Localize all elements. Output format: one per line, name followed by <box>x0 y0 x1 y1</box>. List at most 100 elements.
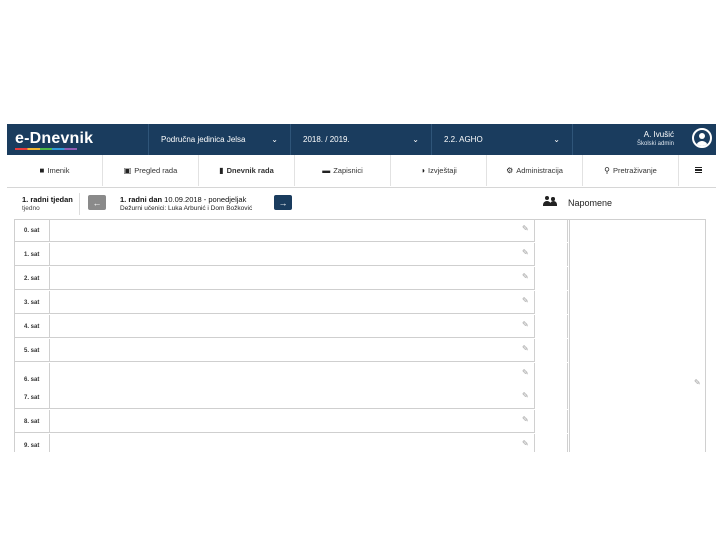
period-content-cell[interactable] <box>49 339 534 362</box>
period-content-cell[interactable] <box>49 410 534 433</box>
table-row: 6. sat ✎ <box>14 363 568 386</box>
clipboard-icon: ▣ <box>123 166 132 175</box>
pencil-icon[interactable]: ✎ <box>522 296 529 305</box>
week-title: 1. radni tjedan <box>22 195 73 204</box>
duty-students: Dežurni učenici: Luka Arbunić i Dom Božk… <box>120 205 253 212</box>
year-select[interactable]: 2018. / 2019. ⌄ <box>290 124 431 155</box>
arrow-right-icon: → <box>278 197 288 208</box>
period-extra-cell[interactable] <box>534 339 568 362</box>
period-label: 1. sat <box>24 251 40 258</box>
pencil-icon[interactable]: ✎ <box>522 248 529 257</box>
period-label: 2. sat <box>24 275 40 282</box>
people-icon[interactable] <box>543 196 557 206</box>
app-window: e-Dnevnik Područna jedinica Jelsa ⌄ 2018… <box>7 124 716 452</box>
period-extra-cell[interactable] <box>534 386 568 409</box>
period-content-cell[interactable] <box>49 243 534 266</box>
pencil-icon[interactable]: ✎ <box>522 368 529 377</box>
nav-item-zapisnici[interactable]: ▬ Zapisnici <box>295 155 391 186</box>
nav-item-label: Pretraživanje <box>613 166 657 175</box>
class-select-value: 2.2. AGHO <box>444 135 483 144</box>
period-content-cell[interactable] <box>49 219 534 242</box>
nav-item-label: Imenik <box>47 166 70 175</box>
pencil-icon[interactable]: ✎ <box>522 439 529 448</box>
next-day-button[interactable]: → <box>274 195 292 210</box>
nav-item-administracija[interactable]: ⚙ Administracija <box>487 155 583 186</box>
nav-item-label: Izvještaji <box>428 166 457 175</box>
table-row: 3. sat ✎ <box>14 291 568 314</box>
period-extra-cell[interactable] <box>534 243 568 266</box>
year-select-value: 2018. / 2019. <box>303 135 350 144</box>
pencil-icon[interactable]: ✎ <box>522 415 529 424</box>
pencil-icon[interactable]: ✎ <box>522 272 529 281</box>
period-content-cell[interactable] <box>49 315 534 338</box>
week-subtitle: tjedno <box>22 205 40 212</box>
period-extra-cell[interactable] <box>534 267 568 290</box>
nav-item-label: Zapisnici <box>333 166 363 175</box>
briefcase-icon: ▬ <box>322 166 331 175</box>
table-row: 1. sat ✎ <box>14 243 568 266</box>
people-icon-body <box>550 201 557 206</box>
period-label: 3. sat <box>24 299 40 306</box>
pencil-icon[interactable]: ✎ <box>522 344 529 353</box>
table-row: 7. sat ✎ <box>14 386 568 409</box>
period-extra-cell[interactable] <box>534 315 568 338</box>
day-header: 1. radni tjedan tjedno ← 1. radni dan 10… <box>7 187 716 219</box>
nav-item-label: Pregled rada <box>134 166 178 175</box>
nav-item-pretrazivanje[interactable]: ⚲ Pretraživanje <box>583 155 679 186</box>
main-nav: ■ Imenik ▣ Pregled rada ▮ Dnevnik rada ▬… <box>7 155 716 188</box>
user-name[interactable]: A. Ivušić <box>644 130 674 139</box>
nav-item-izvjestaji[interactable]: ◑ Izvještaji <box>391 155 487 186</box>
period-extra-cell[interactable] <box>534 434 568 452</box>
table-row: 5. sat ✎ <box>14 339 568 362</box>
period-content-cell[interactable] <box>49 363 534 386</box>
top-bar: e-Dnevnik Područna jedinica Jelsa ⌄ 2018… <box>7 124 716 155</box>
period-label: 0. sat <box>24 227 40 234</box>
previous-day-button[interactable]: ← <box>88 195 106 210</box>
nav-item-label: Dnevnik rada <box>226 166 274 175</box>
avatar[interactable] <box>692 128 712 148</box>
menu-icon[interactable] <box>695 167 702 173</box>
day-title-number: 1. radni dan <box>120 195 163 204</box>
table-row: 0. sat ✎ <box>14 219 568 242</box>
user-role: Školski admin <box>636 141 674 147</box>
period-content-cell[interactable] <box>49 386 534 409</box>
chevron-down-icon: ⌄ <box>412 135 419 144</box>
search-icon: ⚲ <box>604 166 611 175</box>
app-logo[interactable]: e-Dnevnik <box>15 130 93 148</box>
period-label: 8. sat <box>24 418 40 425</box>
nav-item-dnevnik-rada[interactable]: ▮ Dnevnik rada <box>199 155 295 186</box>
pencil-icon[interactable]: ✎ <box>522 224 529 233</box>
notes-panel[interactable] <box>569 219 706 452</box>
nav-item-imenik[interactable]: ■ Imenik <box>7 155 103 186</box>
pencil-icon[interactable]: ✎ <box>522 320 529 329</box>
period-content-cell[interactable] <box>49 291 534 314</box>
day-title: 1. radni dan 10.09.2018 - ponedjeljak <box>120 195 246 204</box>
logo-underline <box>15 148 77 150</box>
book-icon: ■ <box>39 166 45 175</box>
header-divider <box>79 193 80 215</box>
period-extra-cell[interactable] <box>534 291 568 314</box>
period-extra-cell[interactable] <box>534 363 568 386</box>
people-icon-head <box>545 196 549 200</box>
user-icon-head <box>699 133 705 139</box>
gear-icon: ⚙ <box>506 166 514 175</box>
chevron-down-icon: ⌄ <box>553 135 560 144</box>
nav-item-pregled-rada[interactable]: ▣ Pregled rada <box>103 155 199 186</box>
people-icon-head <box>551 197 555 201</box>
journal-icon: ▮ <box>219 166 224 175</box>
pencil-icon[interactable]: ✎ <box>694 378 701 387</box>
user-icon-body <box>696 141 708 146</box>
period-extra-cell[interactable] <box>534 219 568 242</box>
pencil-icon[interactable]: ✎ <box>522 391 529 400</box>
period-extra-cell[interactable] <box>534 410 568 433</box>
class-select[interactable]: 2.2. AGHO ⌄ <box>431 124 573 155</box>
period-table: 0. sat ✎ 1. sat ✎ 2. sat ✎ 3. sat ✎ 4. s… <box>14 219 568 452</box>
unit-select[interactable]: Područna jedinica Jelsa ⌄ <box>148 124 290 155</box>
period-content-cell[interactable] <box>49 434 534 452</box>
table-row: 2. sat ✎ <box>14 267 568 290</box>
period-content-cell[interactable] <box>49 267 534 290</box>
nav-item-label: Administracija <box>516 166 563 175</box>
pie-chart-icon: ◑ <box>420 166 426 175</box>
period-label: 9. sat <box>24 442 40 449</box>
period-label: 5. sat <box>24 347 40 354</box>
